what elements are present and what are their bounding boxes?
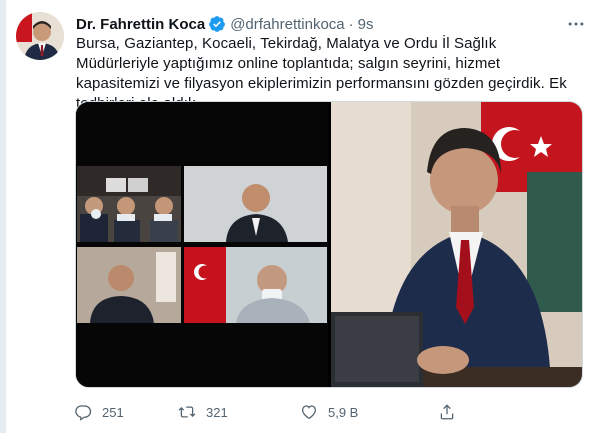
- share-button[interactable]: [438, 401, 466, 423]
- separator: ·: [348, 15, 354, 33]
- retweet-icon: [178, 406, 196, 418]
- tweet-header: Dr. Fahrettin Koca @drfahrettinkoca · 9s: [76, 14, 374, 34]
- reply-icon: [75, 405, 92, 421]
- timestamp[interactable]: 9s: [358, 16, 374, 33]
- like-icon: [301, 405, 317, 420]
- media-image-portrait[interactable]: [331, 102, 582, 387]
- retweet-button[interactable]: 321: [178, 401, 228, 423]
- retweet-count: 321: [206, 404, 228, 420]
- thread-line: [0, 0, 6, 433]
- display-name[interactable]: Dr. Fahrettin Koca: [76, 16, 205, 33]
- like-count: 5,9 B: [328, 404, 359, 420]
- tweet[interactable]: Dr. Fahrettin Koca @drfahrettinkoca · 9s…: [16, 12, 586, 427]
- verified-icon: [208, 15, 226, 33]
- share-icon: [440, 404, 454, 420]
- media-image-video-conference[interactable]: [76, 102, 328, 387]
- more-icon[interactable]: [566, 14, 586, 34]
- tweet-media[interactable]: [75, 101, 583, 388]
- reply-count: 251: [102, 404, 124, 420]
- handle[interactable]: @drfahrettinkoca: [230, 16, 344, 33]
- like-button[interactable]: 5,9 B: [300, 401, 358, 423]
- avatar[interactable]: [16, 12, 64, 60]
- tweet-actions: 251 321 5,9 B: [74, 401, 494, 425]
- reply-button[interactable]: 251: [74, 401, 124, 423]
